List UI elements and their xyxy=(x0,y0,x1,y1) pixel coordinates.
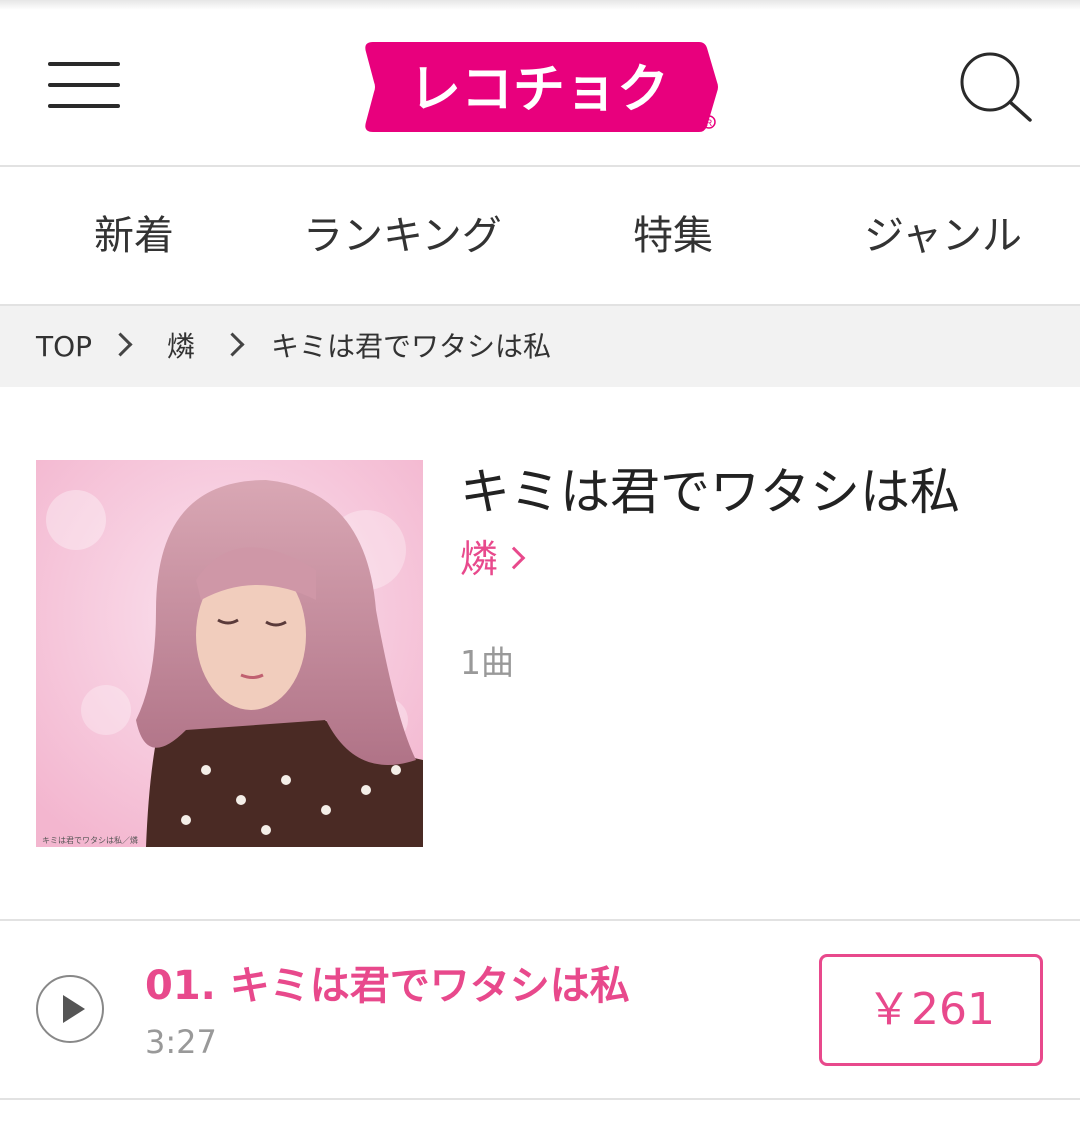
nav-item-feature[interactable]: 特集 xyxy=(633,168,713,304)
recochoku-logo[interactable]: レコチョク R xyxy=(359,42,719,132)
track-count: 1曲 xyxy=(460,643,514,682)
breadcrumb: TOP 燐 キミは君でワタシは私 xyxy=(0,306,1080,387)
play-button[interactable] xyxy=(36,975,104,1043)
track-row: 01. キミは君でワタシは私 3:27 ￥261 xyxy=(0,921,1080,1099)
track-duration: 3:27 xyxy=(145,1023,217,1061)
breadcrumb-current: キミは君でワタシは私 xyxy=(271,330,552,363)
svg-text:R: R xyxy=(706,118,713,128)
menu-bar xyxy=(48,104,120,108)
nav-item-new[interactable]: 新着 xyxy=(94,168,174,304)
nav-item-ranking[interactable]: ランキング xyxy=(303,168,502,304)
logo-badge: レコチョク R xyxy=(365,42,718,132)
header-divider xyxy=(0,165,1080,167)
buy-price-button[interactable]: ￥261 xyxy=(819,954,1043,1066)
hamburger-menu-button[interactable] xyxy=(48,60,120,110)
play-icon xyxy=(63,995,85,1023)
search-icon xyxy=(960,52,1032,122)
menu-bar xyxy=(48,83,120,87)
logo-text: レコチョク xyxy=(409,60,669,120)
chevron-right-icon xyxy=(220,332,245,357)
category-nav: 新着 ランキング 特集 ジャンル xyxy=(0,168,1080,304)
breadcrumb-artist-link[interactable]: 燐 xyxy=(167,306,195,387)
album-cover[interactable]: キミは君でワタシは私／燐 xyxy=(36,460,423,847)
menu-bar xyxy=(48,62,120,66)
breadcrumb-top-link[interactable]: TOP xyxy=(36,306,92,387)
cover-caption: キミは君でワタシは私／燐 xyxy=(42,835,138,845)
album-title: キミは君でワタシは私 xyxy=(460,463,960,521)
nav-item-genre[interactable]: ジャンル xyxy=(864,168,1022,304)
app-header: レコチョク R xyxy=(0,0,1080,166)
artist-name: 燐 xyxy=(460,537,499,581)
track-title[interactable]: 01. キミは君でワタシは私 xyxy=(145,953,630,1011)
album-cover-art: キミは君でワタシは私／燐 xyxy=(36,460,423,847)
chevron-right-icon xyxy=(502,546,526,570)
artist-link[interactable]: 燐 xyxy=(460,528,526,583)
search-button[interactable] xyxy=(958,52,1034,124)
track-list-bottom-divider xyxy=(0,1098,1080,1100)
chevron-right-icon xyxy=(108,332,133,357)
